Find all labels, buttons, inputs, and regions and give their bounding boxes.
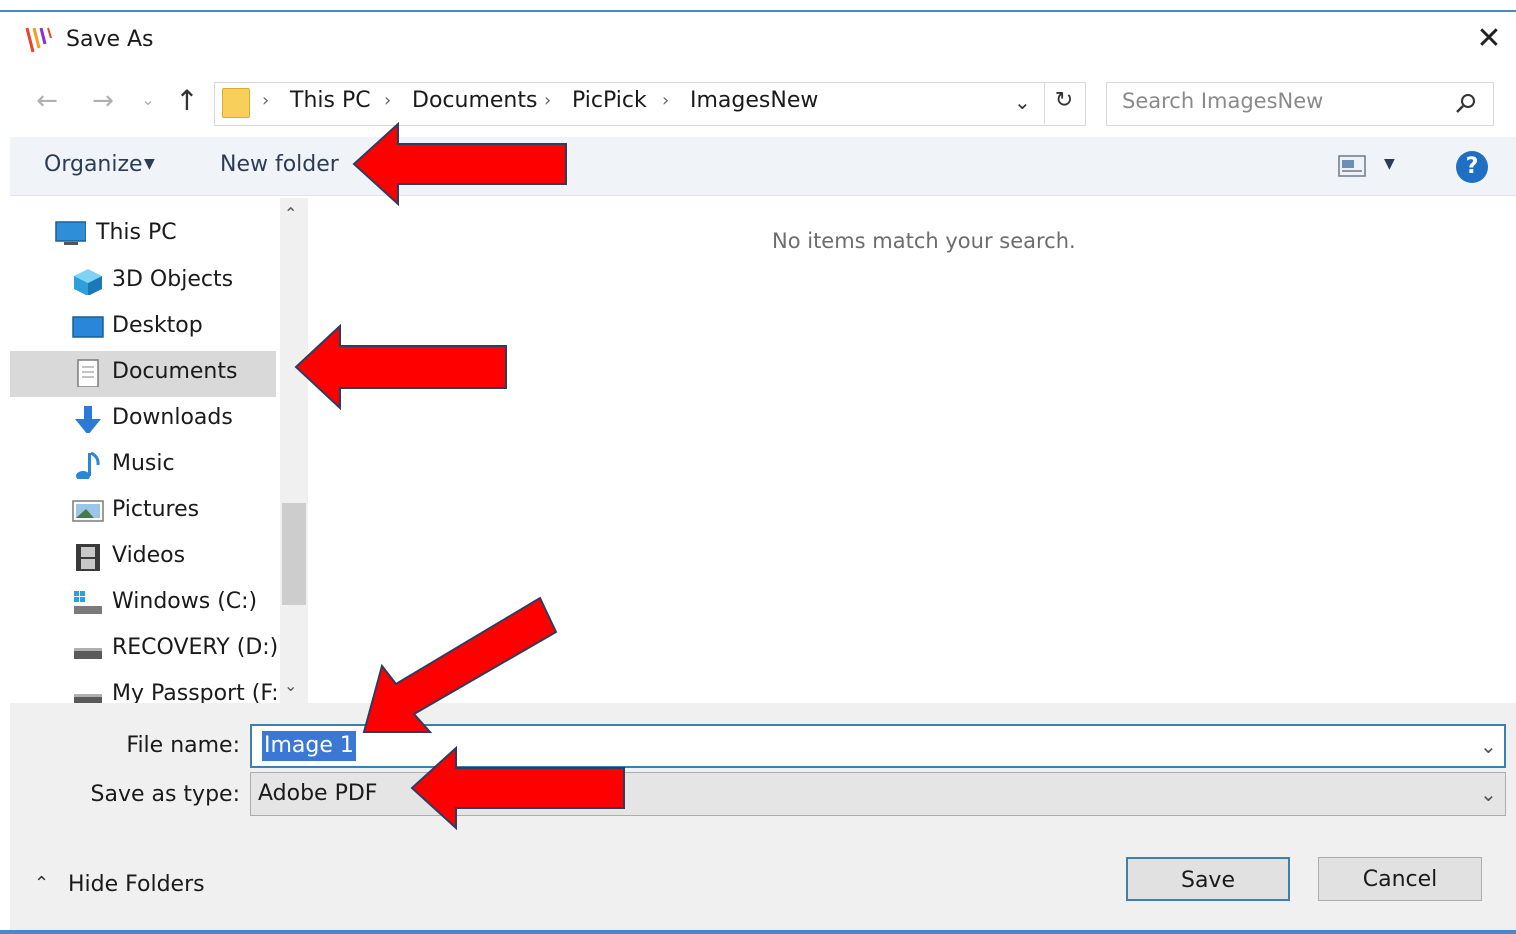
breadcrumb-picpick[interactable]: PicPick xyxy=(572,88,647,113)
new-folder-button[interactable]: New folder xyxy=(220,152,339,177)
annotation-arrow xyxy=(410,746,625,830)
sidebar-item-label: Documents xyxy=(112,359,238,384)
cube-icon xyxy=(74,269,102,295)
sidebar-item-videos[interactable]: Videos xyxy=(10,535,276,581)
sidebar-item-this-pc[interactable]: This PC xyxy=(10,212,276,258)
background-band xyxy=(0,930,1516,934)
drive-icon xyxy=(74,648,102,659)
sidebar-item-pictures[interactable]: Pictures xyxy=(10,489,276,535)
sidebar-item-label: My Passport (F:) xyxy=(112,681,276,703)
breadcrumb-separator: › xyxy=(544,90,552,111)
close-icon[interactable]: ✕ xyxy=(1472,22,1506,56)
sidebar-item-desktop[interactable]: Desktop xyxy=(10,305,276,351)
breadcrumb-separator: › xyxy=(262,90,270,111)
breadcrumb-this-pc[interactable]: This PC xyxy=(290,88,371,113)
address-dropdown-icon[interactable]: ⌄ xyxy=(1014,90,1031,114)
file-name-value[interactable]: Image 1 xyxy=(262,731,356,761)
sidebar-item-label: Downloads xyxy=(112,405,233,430)
help-icon[interactable]: ? xyxy=(1456,151,1488,183)
scroll-up-icon[interactable]: ⌃ xyxy=(284,204,297,223)
up-arrow-icon[interactable]: ↑ xyxy=(172,84,202,117)
sidebar-item-music[interactable]: Music xyxy=(10,443,276,489)
window-title: Save As xyxy=(66,27,154,52)
back-arrow-icon[interactable]: ← xyxy=(32,86,62,116)
annotation-arrow xyxy=(352,122,567,206)
search-input[interactable]: Search ImagesNew xyxy=(1122,89,1323,113)
sidebar-item-label: RECOVERY (D:) xyxy=(112,635,279,660)
scrollbar-thumb[interactable] xyxy=(282,503,306,605)
annotation-arrow xyxy=(362,596,558,733)
save-type-label: Save as type: xyxy=(90,782,241,807)
sidebar-item-label: Videos xyxy=(112,543,186,568)
chevron-up-icon[interactable]: ⌃ xyxy=(34,873,49,894)
folder-icon xyxy=(222,88,250,118)
sidebar-item-windows-c[interactable]: Windows (C:) xyxy=(10,581,276,627)
search-icon[interactable] xyxy=(1454,91,1478,115)
film-icon xyxy=(76,544,100,571)
sidebar-item-label: Music xyxy=(112,451,175,476)
empty-results-message: No items match your search. xyxy=(772,229,1076,253)
sidebar-item-label: This PC xyxy=(96,220,177,245)
drive-icon xyxy=(74,694,102,703)
view-dropdown-icon[interactable]: ▼ xyxy=(1384,156,1395,172)
chevron-down-icon[interactable]: ⌄ xyxy=(1480,782,1497,806)
sidebar-item-my-passport-f[interactable]: My Passport (F:) xyxy=(10,673,276,703)
view-options-icon[interactable] xyxy=(1338,154,1366,178)
chevron-down-icon[interactable]: ⌄ xyxy=(138,90,158,109)
file-name-label: File name: xyxy=(126,733,240,758)
scroll-down-icon[interactable]: ⌄ xyxy=(284,676,297,695)
download-icon xyxy=(75,406,101,433)
annotation-arrow xyxy=(294,324,507,410)
hide-folders-button[interactable]: Hide Folders xyxy=(68,872,205,897)
desktop-icon xyxy=(72,316,104,338)
sidebar-item-label: Desktop xyxy=(112,313,203,338)
divider xyxy=(1044,82,1045,124)
background-band xyxy=(0,0,1516,12)
save-button[interactable]: Save xyxy=(1126,857,1290,901)
sidebar-item-label: 3D Objects xyxy=(112,267,234,292)
cancel-button[interactable]: Cancel xyxy=(1318,857,1482,901)
computer-icon xyxy=(55,221,86,245)
organize-button[interactable]: Organize xyxy=(44,152,143,177)
sidebar-item-documents[interactable]: Documents xyxy=(10,351,276,397)
document-icon xyxy=(77,359,99,387)
forward-arrow-icon[interactable]: → xyxy=(88,86,118,116)
picture-icon xyxy=(72,500,104,522)
sidebar-item-recovery-d[interactable]: RECOVERY (D:) xyxy=(10,627,279,673)
sidebar-item-label: Pictures xyxy=(112,497,200,522)
sidebar-item-label: Windows (C:) xyxy=(112,589,258,614)
breadcrumb-separator: › xyxy=(662,90,670,111)
sidebar-item-3d-objects[interactable]: 3D Objects xyxy=(10,259,276,305)
breadcrumb-imagesnew[interactable]: ImagesNew xyxy=(690,88,818,113)
sidebar-item-downloads[interactable]: Downloads xyxy=(10,397,276,443)
sidebar-scrollbar[interactable] xyxy=(280,198,308,703)
title-bar xyxy=(10,12,1516,70)
music-note-icon xyxy=(76,451,100,479)
picpick-logo-icon xyxy=(25,27,52,53)
drive-icon xyxy=(74,591,102,614)
chevron-down-icon[interactable]: ⌄ xyxy=(1480,734,1497,758)
refresh-icon[interactable]: ↻ xyxy=(1050,88,1078,113)
organize-dropdown-icon[interactable]: ▼ xyxy=(144,156,155,172)
save-type-value: Adobe PDF xyxy=(258,781,378,806)
breadcrumb-separator: › xyxy=(384,90,392,111)
breadcrumb-documents[interactable]: Documents xyxy=(412,88,537,113)
